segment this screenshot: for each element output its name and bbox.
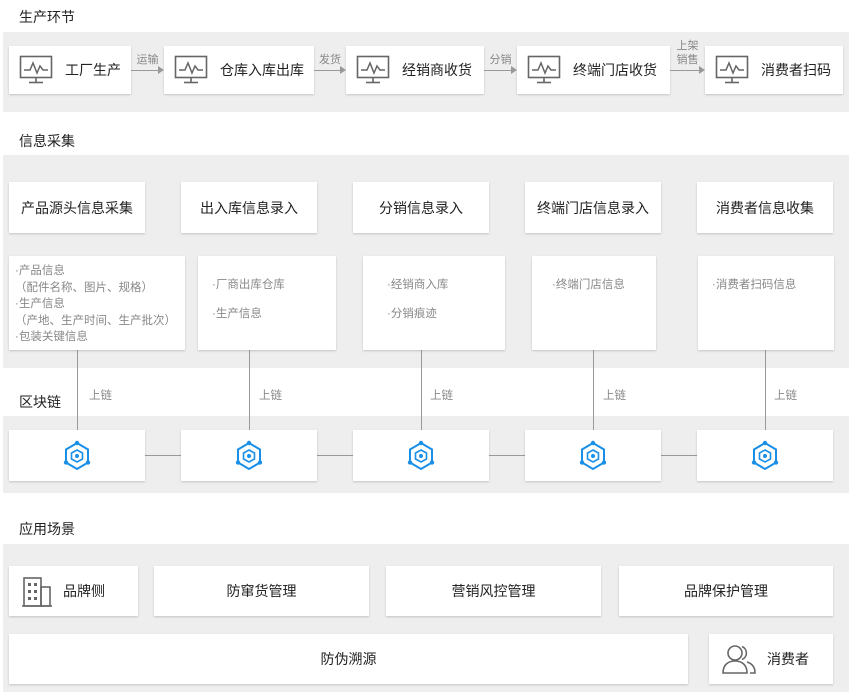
flow-step-label: 工厂生产 <box>65 62 121 78</box>
collection-header-distribution: 分销信息录入 <box>353 182 489 233</box>
app-anti-channel: 防窜货管理 <box>154 566 369 616</box>
chain-connector <box>421 350 422 430</box>
flow-step-label: 经销商收货 <box>402 62 472 78</box>
detail-line: ·厂商出库仓库 <box>212 279 285 291</box>
collection-detail-consumer: ·消费者扫码信息 <box>698 256 834 350</box>
collection-detail-warehouse: ·厂商出库仓库 ·生产信息 <box>198 256 336 350</box>
chain-node-2 <box>181 430 317 481</box>
detail-line: ·经销商入库 <box>387 279 449 291</box>
detail-line: ·分销痕迹 <box>387 308 437 320</box>
flow-arrow-line <box>131 70 158 71</box>
detail-line: ·产品信息 <box>15 265 65 277</box>
detail-line: （产地、生产时间、生产批次） <box>15 314 176 327</box>
flow-arrow-line <box>314 70 340 71</box>
app-brand-protection: 品牌保护管理 <box>619 566 833 616</box>
chain-link-label: 上链 <box>774 390 797 402</box>
flow-arrow-label: 运输 <box>136 54 159 66</box>
detail-line: ·包装关键信息 <box>15 331 88 343</box>
collection-detail-distribution: ·经销商入库 ·分销痕迹 <box>363 256 505 350</box>
chain-link-label: 上链 <box>259 390 282 402</box>
arrow-head-icon <box>158 66 164 74</box>
detail-line: ·消费者扫码信息 <box>712 279 797 291</box>
arrow-head-icon <box>340 66 346 74</box>
app-brand-side-label: 品牌侧 <box>63 583 105 599</box>
detail-line: ·生产信息 <box>15 298 65 310</box>
arrow-head-icon <box>511 66 517 74</box>
chain-link-label: 上链 <box>603 390 626 402</box>
building-icon <box>22 577 52 607</box>
chain-link-label: 上链 <box>430 390 453 402</box>
app-consumer-label: 消费者 <box>767 651 809 667</box>
chain-node-3 <box>353 430 489 481</box>
section-title-application: 应用场景 <box>19 521 75 537</box>
app-anti-counterfeit: 防伪溯源 <box>9 634 688 684</box>
collection-header-source: 产品源头信息采集 <box>9 182 145 233</box>
app-risk-control: 营销风控管理 <box>386 566 601 616</box>
blockchain-node-icon <box>63 440 91 470</box>
app-consumer: 消费者 <box>709 634 833 684</box>
monitor-icon <box>19 55 53 84</box>
blockchain-node-icon <box>407 440 435 470</box>
chain-link-line <box>489 455 525 456</box>
flow-step-label: 终端门店收货 <box>573 62 657 78</box>
chain-connector <box>249 350 250 430</box>
chain-connector <box>77 350 78 430</box>
monitor-icon <box>174 55 208 84</box>
detail-line: ·生产信息 <box>212 308 262 320</box>
chain-connector <box>593 350 594 430</box>
flow-step-label: 消费者扫码 <box>761 62 831 78</box>
flow-step-label: 仓库入库出库 <box>220 62 304 78</box>
chain-node-1 <box>9 430 145 481</box>
arrow-head-icon <box>699 66 705 74</box>
collection-header-warehouse: 出入库信息录入 <box>181 182 317 233</box>
collection-detail-source: ·产品信息 （配件名称、图片、规格） ·生产信息 （产地、生产时间、生产批次） … <box>9 256 185 350</box>
collection-detail-store: ·终端门店信息 <box>532 256 656 350</box>
blockchain-node-icon <box>579 440 607 470</box>
chain-node-5 <box>697 430 833 481</box>
chain-connector <box>765 350 766 430</box>
chain-link-line <box>317 455 353 456</box>
flow-arrow-label: 发货 <box>319 54 341 66</box>
monitor-icon <box>715 55 749 84</box>
section-title-production: 生产环节 <box>19 9 75 25</box>
section-title-collection: 信息采集 <box>19 133 75 149</box>
flow-arrow-label: 分销 <box>489 54 512 66</box>
flow-step-factory: 工厂生产 <box>9 46 131 94</box>
flow-arrow-label: 上架 销售 <box>676 40 699 66</box>
monitor-icon <box>527 55 561 84</box>
section-title-blockchain: 区块链 <box>19 394 61 410</box>
collection-header-store: 终端门店信息录入 <box>525 182 661 233</box>
flow-arrow-line <box>484 70 511 71</box>
users-icon <box>722 645 756 674</box>
flow-step-consumer: 消费者扫码 <box>705 46 843 94</box>
detail-line: ·终端门店信息 <box>552 279 625 291</box>
flow-step-warehouse: 仓库入库出库 <box>164 46 314 94</box>
flow-step-store: 终端门店收货 <box>517 46 670 94</box>
app-brand-side: 品牌侧 <box>9 566 138 616</box>
flow-step-distributor: 经销商收货 <box>346 46 484 94</box>
blockchain-node-icon <box>751 440 779 470</box>
blockchain-node-icon <box>235 440 263 470</box>
chain-link-line <box>145 455 181 456</box>
chain-node-4 <box>525 430 661 481</box>
monitor-icon <box>356 55 390 84</box>
detail-line: （配件名称、图片、规格） <box>15 281 153 294</box>
chain-link-label: 上链 <box>89 390 112 402</box>
chain-link-line <box>661 455 697 456</box>
collection-header-consumer: 消费者信息收集 <box>697 182 833 233</box>
flow-arrow-line <box>670 70 699 71</box>
